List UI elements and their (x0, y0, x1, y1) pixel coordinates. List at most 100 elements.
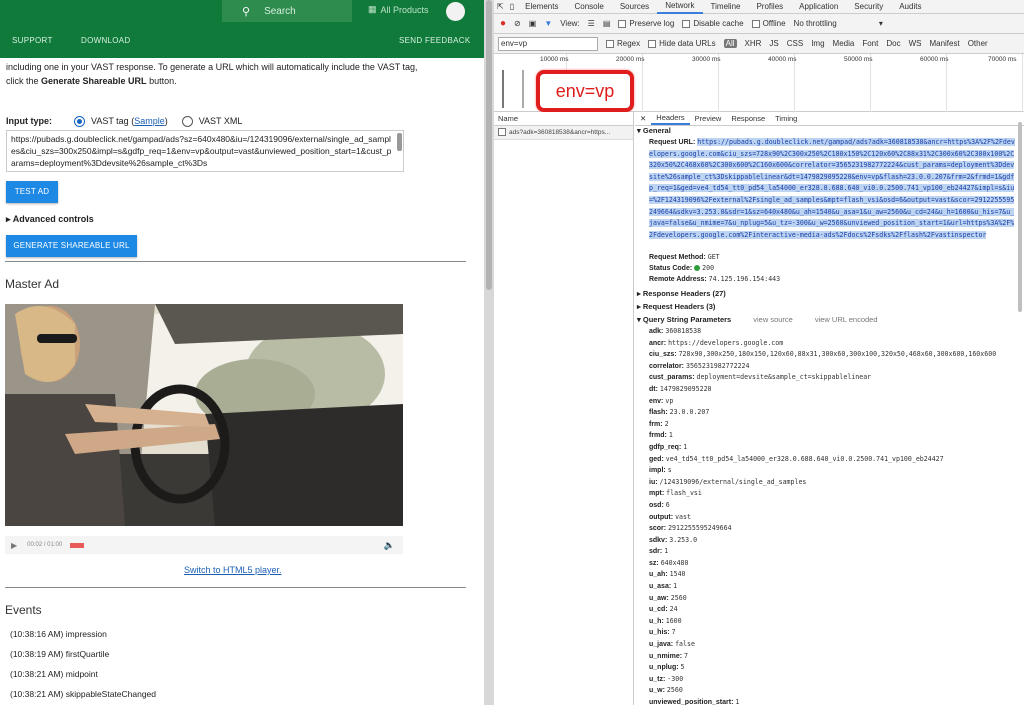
inspect-icon[interactable]: ⇱ (494, 2, 507, 11)
view-source-link[interactable]: view source (753, 315, 793, 324)
response-headers-toggle[interactable]: ▸ Response Headers (27) (637, 289, 726, 298)
type-filter-other[interactable]: Other (968, 39, 988, 48)
tab-application[interactable]: Application (791, 2, 846, 11)
switch-html5-player-link[interactable]: Switch to HTML5 player. (184, 565, 282, 575)
tab-console[interactable]: Console (566, 2, 611, 11)
advanced-controls-toggle[interactable]: ▸ Advanced controls (6, 212, 94, 226)
throttling-select[interactable]: No throttling ▾ (794, 19, 883, 28)
query-param-row: u_java: false (649, 639, 1015, 651)
play-icon[interactable]: ▶ (11, 541, 17, 550)
preserve-log-checkbox[interactable]: Preserve log (618, 19, 674, 28)
query-param-key: gdfp_req: (649, 443, 682, 451)
device-icon[interactable]: ▯ (507, 2, 517, 11)
type-filter-all[interactable]: All (723, 39, 737, 48)
overview-icon[interactable]: ▤ (603, 19, 611, 28)
send-feedback-link[interactable]: SEND FEEDBACK (399, 36, 470, 45)
request-headers-toggle[interactable]: ▸ Request Headers (3) (637, 302, 715, 311)
type-filter-img[interactable]: Img (811, 39, 824, 48)
view-url-encoded-link[interactable]: view URL encoded (815, 315, 878, 324)
clear-icon[interactable]: ⊘ (514, 19, 521, 28)
general-section-toggle[interactable]: ▾ General (637, 126, 671, 135)
progress-bar[interactable] (70, 542, 85, 548)
tab-security[interactable]: Security (846, 2, 891, 11)
list-view-icon[interactable]: ☰ (588, 19, 595, 28)
tab-sources[interactable]: Sources (612, 2, 657, 11)
remote-address-row: Remote Address: 74.125.196.154:443 (649, 274, 780, 286)
nav-download-link[interactable]: DOWNLOAD (81, 36, 131, 45)
query-param-row: scor: 2912255595249664 (649, 523, 1015, 535)
checkbox-box (751, 19, 760, 28)
query-param-key: ciu_szs: (649, 351, 677, 359)
detail-scrollbar[interactable] (1018, 122, 1022, 312)
name-column-header[interactable]: Name (494, 112, 633, 126)
scrollbar-thumb[interactable] (486, 0, 492, 290)
type-filter-manifest[interactable]: Manifest (929, 39, 959, 48)
sample-link[interactable]: Sample (134, 116, 165, 126)
type-filter-css[interactable]: CSS (787, 39, 803, 48)
type-filter-js[interactable]: JS (769, 39, 778, 48)
filter-icon[interactable]: ▼ (544, 19, 552, 28)
tab-profiles[interactable]: Profiles (748, 2, 791, 11)
throttling-value: No throttling (793, 19, 837, 28)
query-param-value: 1540 (669, 570, 686, 579)
query-param-row: cust_params: deployment=devsite&sample_c… (649, 372, 1015, 384)
request-row[interactable]: ads?adk=360818538&ancr=https... (494, 126, 633, 140)
vast-xml-radio[interactable] (181, 115, 193, 127)
textarea-scrollbar[interactable] (397, 133, 402, 151)
close-icon[interactable]: ✕ (635, 114, 651, 123)
tab-elements[interactable]: Elements (517, 2, 566, 11)
tab-timing[interactable]: Timing (770, 114, 802, 123)
grid-icon: ▦ (368, 4, 377, 14)
network-toolbar: ● ⊘ ▣ ▼ View: ☰ ▤ Preserve log Disable c… (494, 14, 1024, 34)
tab-network[interactable]: Network (657, 0, 703, 14)
test-ad-button[interactable]: TEST AD (6, 181, 58, 203)
advanced-controls-label: Advanced controls (12, 214, 94, 224)
query-param-value: vast (675, 512, 691, 521)
search-box[interactable]: ⚲ Search (222, 0, 352, 22)
query-param-row: u_nmime: 7 (649, 651, 1015, 663)
master-ad-heading: Master Ad (5, 277, 60, 291)
tab-response[interactable]: Response (726, 114, 770, 123)
type-filter-font[interactable]: Font (862, 39, 878, 48)
request-url-value[interactable]: https://pubads.g.doubleclick.net/gampad/… (649, 138, 1015, 239)
network-filter-input[interactable]: env=vp (498, 36, 598, 51)
query-params-toggle[interactable]: ▾ Query String Parameters view source view… (637, 315, 878, 324)
timeline-tick: 10000 ms (540, 56, 569, 63)
checkbox-box (618, 19, 627, 28)
offline-checkbox[interactable]: Offline (751, 19, 786, 28)
tab-audits[interactable]: Audits (891, 2, 929, 11)
ad-video-frame[interactable] (5, 304, 403, 526)
type-filter-media[interactable]: Media (833, 39, 855, 48)
query-param-value: -300 (667, 674, 684, 683)
volume-icon[interactable]: 🔈 (384, 540, 395, 551)
regex-checkbox[interactable]: Regex (606, 39, 640, 48)
event-item: (10:38:16 AM) impression (10, 629, 107, 639)
hide-data-urls-label: Hide data URLs (659, 39, 716, 48)
query-param-value: 23.0.0.207 (669, 408, 710, 417)
vast-tag-url-textarea[interactable]: https://pubads.g.doubleclick.net/gampad/… (6, 130, 404, 172)
tab-timeline[interactable]: Timeline (703, 2, 749, 11)
nav-support-link[interactable]: SUPPORT (12, 36, 53, 45)
query-param-key: u_cd: (649, 606, 668, 614)
all-products-menu[interactable]: ▦ All Products (368, 4, 429, 15)
type-filter-xhr[interactable]: XHR (745, 39, 762, 48)
generate-shareable-url-button[interactable]: GENERATE SHAREABLE URL (6, 235, 137, 257)
disable-cache-checkbox[interactable]: Disable cache (682, 19, 744, 28)
query-params-list: adk: 360818538 ancr: https://developers.g… (649, 326, 1015, 705)
timeline-tick: 20000 ms (616, 56, 645, 63)
type-filter-doc[interactable]: Doc (886, 39, 900, 48)
hide-data-urls-checkbox[interactable]: Hide data URLs (648, 39, 716, 48)
record-icon[interactable]: ● (500, 18, 506, 29)
tab-preview[interactable]: Preview (690, 114, 727, 123)
avatar[interactable] (446, 2, 465, 21)
camera-icon[interactable]: ▣ (529, 19, 537, 28)
tab-headers[interactable]: Headers (651, 112, 690, 125)
vast-tag-radio[interactable] (74, 115, 85, 127)
pane-scrollbar[interactable] (484, 0, 494, 705)
type-filter-ws[interactable]: WS (909, 39, 922, 48)
input-type-label: Input type: (6, 116, 52, 126)
query-param-value: 2912255595249664 (668, 524, 732, 533)
query-param-value: 6 (665, 500, 670, 509)
event-item: (10:38:21 AM) midpoint (10, 669, 98, 679)
query-param-key: sdkv: (649, 536, 668, 544)
